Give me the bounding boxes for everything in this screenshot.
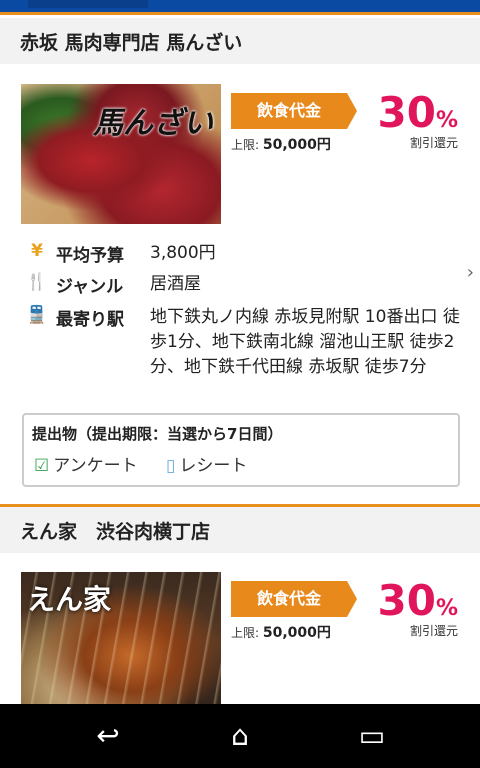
limit-text: 上限: 50,000円 bbox=[231, 134, 331, 154]
home-icon[interactable]: ⌂ bbox=[216, 718, 264, 754]
photo-logo: えん家 bbox=[27, 583, 112, 616]
recent-apps-icon[interactable]: ▭ bbox=[348, 718, 396, 754]
receipt-label: レシート bbox=[179, 456, 248, 476]
fork-knife-icon: 🍴 bbox=[26, 272, 48, 292]
budget-label: 平均予算 bbox=[56, 246, 124, 266]
discount-number: 30 bbox=[377, 88, 436, 137]
category-badge: 飲食代金 bbox=[231, 581, 357, 617]
limit-label: 上限: bbox=[231, 138, 260, 152]
station-label: 最寄り駅 bbox=[56, 310, 124, 330]
system-nav-bar: ↩ ⌂ ▭ bbox=[0, 704, 480, 768]
train-icon: 🚆 bbox=[26, 305, 48, 325]
yen-icon: ¥ bbox=[31, 241, 43, 261]
genre-label: ジャンル bbox=[56, 277, 124, 297]
percent-sign: % bbox=[435, 108, 458, 133]
discount-label: 割引還元 bbox=[409, 624, 458, 638]
limit-text: 上限: 50,000円 bbox=[231, 622, 331, 642]
percent-sign: % bbox=[435, 596, 458, 621]
restaurant-photo[interactable]: 馬んざい bbox=[21, 84, 221, 224]
restaurant-name: 赤坂 馬肉専門店 馬んざい bbox=[20, 32, 243, 54]
limit-value: 50,000円 bbox=[262, 137, 331, 153]
submission-title: 提出物（提出期限：当選から7日間） bbox=[32, 425, 283, 443]
submission-item-survey: ☑ アンケート bbox=[34, 451, 138, 476]
category-badge: 飲食代金 bbox=[231, 93, 357, 129]
discount-number: 30 bbox=[377, 576, 436, 625]
limit-value: 50,000円 bbox=[262, 625, 331, 641]
station-value: 地下鉄丸ノ内線 赤坂見附駅 10番出口 徒歩1分、地下鉄南北線 溜池山王駅 徒歩… bbox=[150, 307, 460, 377]
discount-label: 割引還元 bbox=[409, 136, 458, 150]
survey-label: アンケート bbox=[53, 456, 138, 476]
restaurant-name: えん家 渋谷肉横丁店 bbox=[20, 521, 211, 543]
limit-label: 上限: bbox=[231, 626, 260, 640]
checkbox-icon: ☑ bbox=[34, 456, 50, 476]
restaurant-header[interactable]: 赤坂 馬肉専門店 馬んざい bbox=[0, 18, 480, 64]
photo-logo: 馬んざい bbox=[93, 106, 213, 141]
back-icon[interactable]: ↩ bbox=[84, 718, 132, 754]
budget-value: 3,800円 bbox=[150, 243, 216, 263]
top-accent-line bbox=[0, 12, 480, 15]
genre-value: 居酒屋 bbox=[150, 274, 201, 294]
chevron-right-icon[interactable]: › bbox=[467, 262, 474, 283]
submission-box: 提出物（提出期限：当選から7日間） ☑ アンケート ▯ レシート bbox=[22, 413, 460, 487]
receipt-icon: ▯ bbox=[166, 456, 176, 476]
top-tab-indicator bbox=[28, 0, 148, 8]
restaurant-photo[interactable]: えん家 bbox=[21, 572, 221, 712]
submission-item-receipt: ▯ レシート bbox=[166, 451, 247, 476]
restaurant-header[interactable]: えん家 渋谷肉横丁店 bbox=[0, 504, 480, 553]
